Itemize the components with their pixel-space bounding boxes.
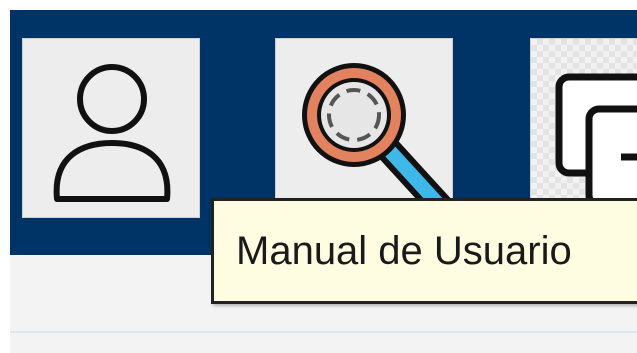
add-window-icon bbox=[555, 73, 637, 209]
add-window-button[interactable] bbox=[530, 38, 637, 218]
user-manual-button[interactable] bbox=[275, 38, 454, 219]
window-left-edge bbox=[0, 0, 10, 353]
user-icon bbox=[53, 64, 171, 202]
user-button[interactable] bbox=[22, 38, 200, 218]
tooltip: Manual de Usuario bbox=[211, 198, 637, 304]
magnifier-icon bbox=[302, 63, 454, 219]
divider bbox=[10, 331, 637, 333]
